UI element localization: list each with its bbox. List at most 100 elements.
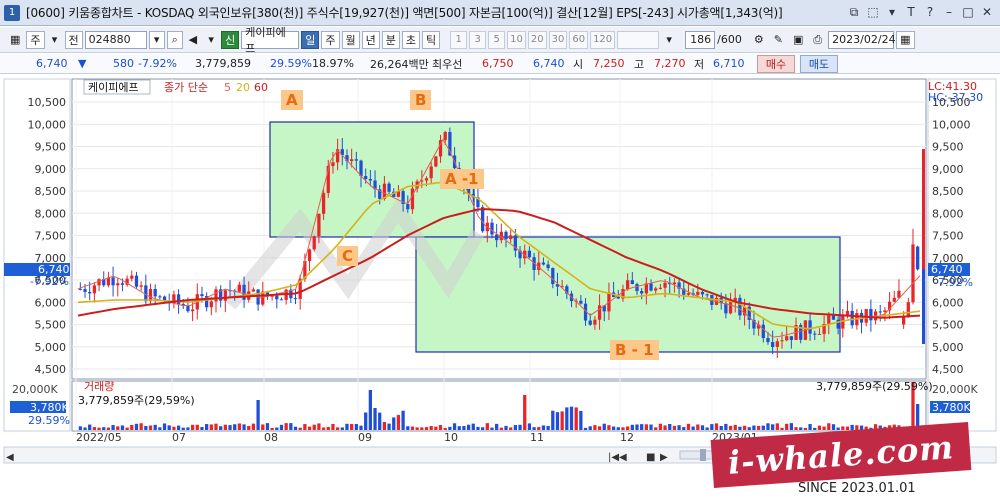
draw-icon[interactable]: ✎ — [770, 31, 787, 49]
restore-icon[interactable]: ⧉ — [847, 4, 861, 20]
interval-3[interactable]: 3 — [469, 30, 487, 49]
volume-bar — [148, 425, 153, 430]
volume-bar — [88, 424, 92, 430]
scroll-left-icon[interactable]: ◀ — [6, 452, 14, 463]
interval-60[interactable]: 60 — [569, 30, 589, 49]
period-second[interactable]: 초 — [401, 30, 420, 49]
volume-bar — [167, 425, 171, 430]
rewind-icon[interactable]: |◀◀ — [608, 452, 627, 463]
sell-button[interactable]: 매도 — [800, 55, 838, 73]
volume-bar — [808, 424, 812, 430]
candle-body — [593, 319, 597, 325]
volume-bar — [420, 427, 424, 430]
chart-area[interactable]: 10,500 10,000 9,500 9,000 8,500 8,000 7,500 7,0… — [0, 75, 1000, 478]
volume-bar — [794, 427, 798, 430]
period-month[interactable]: 월 — [341, 30, 360, 49]
new-label[interactable]: 신 — [221, 30, 240, 49]
interval-30[interactable]: 30 — [548, 30, 568, 49]
volume-bar — [396, 414, 401, 430]
prev-dropdown[interactable]: 전 — [64, 30, 83, 49]
maximize-icon[interactable]: □ — [961, 4, 975, 20]
candle-body — [307, 249, 312, 261]
candle-body — [354, 159, 358, 161]
search-icon[interactable]: ⌕ — [166, 30, 183, 49]
volume-bar — [789, 423, 793, 430]
chevron-down-icon[interactable]: ▾ — [47, 31, 63, 49]
volume-bar — [312, 424, 316, 430]
chevron-down-icon-2[interactable]: ▾ — [203, 31, 219, 49]
menu-dropdown[interactable]: 주 — [26, 30, 45, 49]
period-day[interactable]: 일 — [301, 30, 320, 49]
candle-body — [649, 283, 653, 291]
volume-bar — [555, 412, 560, 430]
volume-bar — [640, 424, 644, 430]
period-year[interactable]: 년 — [361, 30, 380, 49]
x-tick: 09 — [358, 431, 372, 444]
period-minute[interactable]: 분 — [381, 30, 400, 49]
close-icon[interactable]: ✕ — [980, 4, 994, 20]
zoom-slider-thumb[interactable] — [700, 449, 706, 461]
candle-body — [785, 336, 789, 341]
speaker-icon[interactable]: ◀ — [185, 31, 201, 49]
candle-body — [279, 299, 284, 301]
settings-icon[interactable]: ⚙ — [750, 31, 768, 49]
x-axis: 2022/050708091011122023/01 — [76, 431, 758, 444]
candle-body — [111, 277, 115, 286]
stock-name-field[interactable]: 케이피에프 — [241, 26, 300, 55]
window-number: 1 — [4, 4, 20, 21]
volume-bar — [611, 426, 616, 430]
layout-icon[interactable]: ⬚ — [866, 4, 880, 20]
interval-120[interactable]: 120 — [590, 30, 616, 49]
y-tick-right: 6,000 — [932, 296, 964, 309]
candle-body — [654, 288, 658, 291]
code-dropdown-icon[interactable]: ▾ — [148, 30, 165, 49]
dropdown-icon[interactable]: ▾ — [885, 4, 899, 20]
quote-change: 580 — [113, 57, 134, 70]
price-chart[interactable]: 10,50010,0009,5009,0008,5008,0007,5007,0… — [0, 75, 1000, 478]
volume-bar — [546, 425, 550, 430]
candle-body — [635, 284, 639, 292]
volume-bar — [303, 424, 307, 430]
interval-20[interactable]: 20 — [527, 30, 547, 49]
volume-bar — [621, 427, 625, 430]
y-tick-left: 9,000 — [35, 163, 67, 176]
volume-bar — [738, 426, 742, 430]
volume-bar — [831, 424, 836, 430]
interval-custom-input[interactable] — [617, 30, 660, 49]
play-icon[interactable]: ▶ — [660, 452, 668, 463]
minimize-icon[interactable]: – — [942, 4, 956, 20]
date-input[interactable]: 2023/02/24 — [828, 30, 896, 49]
candle-body — [551, 268, 555, 285]
volume-bar — [345, 423, 349, 430]
interval-10[interactable]: 10 — [507, 30, 526, 49]
volume-bar — [836, 427, 840, 430]
help-icon[interactable]: ? — [923, 4, 937, 20]
volume-bar — [466, 424, 471, 430]
candle-body — [153, 289, 157, 297]
interval-5[interactable]: 5 — [488, 30, 506, 49]
interval-1[interactable]: 1 — [450, 30, 468, 49]
stop-icon[interactable]: ■ — [646, 452, 655, 463]
candle-body — [410, 188, 415, 210]
volume-pct-left: 29.59% — [28, 414, 70, 427]
text-icon[interactable]: T — [904, 4, 918, 20]
print-icon[interactable]: ⎙ — [809, 31, 826, 49]
period-week[interactable]: 주 — [321, 30, 340, 49]
candle-body — [443, 132, 447, 141]
volume-bar — [668, 424, 672, 430]
y-tick-right: 5,000 — [932, 341, 964, 354]
footer: i-whale.com SINCE 2023.01.01 — [0, 422, 1000, 500]
grid-menu-icon[interactable]: ▦ — [6, 31, 24, 49]
volume-bar — [434, 426, 438, 430]
volume-bar — [214, 423, 218, 430]
save-icon[interactable]: ▣ — [789, 31, 807, 49]
stock-code-input[interactable]: 024880 — [84, 30, 147, 49]
chevron-down-icon-3[interactable]: ▾ — [661, 31, 677, 49]
buy-button[interactable]: 매수 — [757, 55, 795, 73]
quote-change-pct: -7.92% — [138, 57, 177, 70]
volume-bar — [153, 424, 157, 430]
period-tick[interactable]: 틱 — [422, 30, 441, 49]
count-input[interactable]: 186 — [685, 30, 716, 49]
calendar-icon[interactable]: ▦ — [896, 30, 915, 49]
volume-bar — [551, 410, 555, 430]
